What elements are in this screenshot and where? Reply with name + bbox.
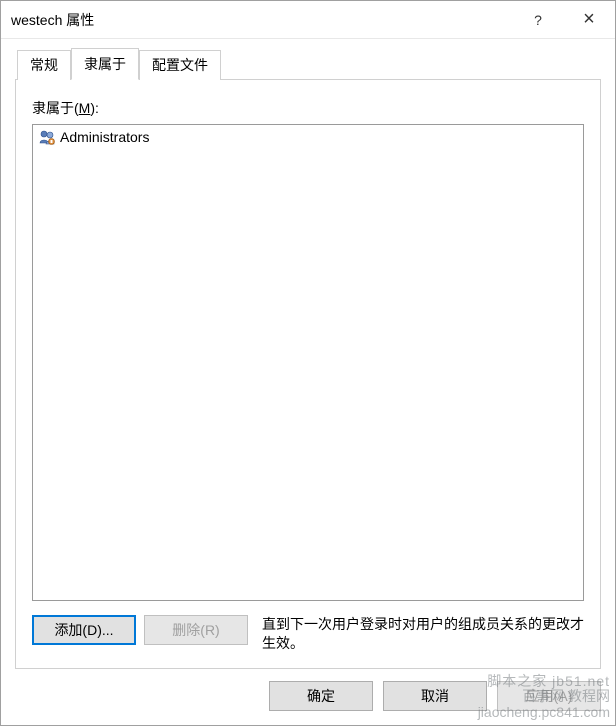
add-remove-buttons: 添加(D)... 删除(R) (32, 615, 248, 645)
window-title: westech 属性 (11, 10, 513, 30)
help-button[interactable]: ? (513, 1, 563, 38)
tab-profile-label: 配置文件 (152, 57, 208, 73)
content-area: 常规 隶属于 配置文件 隶属于(M): (1, 39, 615, 669)
close-icon: × (583, 8, 595, 31)
remove-button-label: 删除(R) (172, 620, 219, 640)
apply-button: 应用(A) (497, 681, 601, 711)
memberof-label: 隶属于(M): (32, 98, 584, 118)
memberof-label-prefix: 隶属于( (32, 100, 79, 116)
cancel-button[interactable]: 取消 (383, 681, 487, 711)
ok-button[interactable]: 确定 (269, 681, 373, 711)
titlebar-buttons: ? × (513, 1, 615, 38)
tab-panel-memberof: 隶属于(M): Administrators (15, 79, 601, 669)
apply-button-label: 应用(A) (526, 686, 573, 706)
tab-profile[interactable]: 配置文件 (139, 50, 221, 80)
tab-strip: 常规 隶属于 配置文件 (17, 50, 601, 80)
list-item[interactable]: Administrators (35, 127, 581, 147)
tab-general[interactable]: 常规 (17, 50, 71, 80)
membership-note: 直到下一次用户登录时对用户的组成员关系的更改才生效。 (262, 615, 584, 654)
memberof-label-suffix: ): (90, 100, 99, 116)
properties-dialog: westech 属性 ? × 常规 隶属于 配置文件 隶属于(M): (0, 0, 616, 726)
help-icon: ? (534, 12, 542, 28)
memberof-label-accel: M (79, 100, 91, 116)
titlebar: westech 属性 ? × (1, 1, 615, 39)
close-button[interactable]: × (563, 1, 615, 38)
cancel-button-label: 取消 (421, 686, 449, 706)
remove-button: 删除(R) (144, 615, 248, 645)
add-button-label: 添加(D)... (54, 620, 113, 640)
tab-memberof-label: 隶属于 (84, 56, 126, 72)
group-icon (38, 128, 56, 146)
group-name: Administrators (60, 129, 149, 145)
groups-listbox[interactable]: Administrators (32, 124, 584, 601)
panel-bottom-row: 添加(D)... 删除(R) 直到下一次用户登录时对用户的组成员关系的更改才生效… (32, 615, 584, 654)
dialog-button-row: 确定 取消 应用(A) (1, 669, 615, 725)
add-button[interactable]: 添加(D)... (32, 615, 136, 645)
tab-general-label: 常规 (30, 57, 58, 73)
tab-memberof[interactable]: 隶属于 (71, 48, 139, 80)
ok-button-label: 确定 (307, 686, 335, 706)
